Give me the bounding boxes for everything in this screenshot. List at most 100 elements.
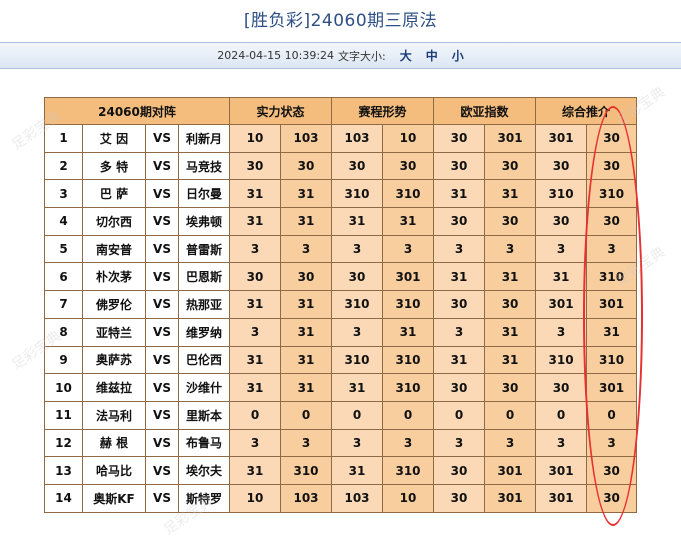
table-row: 3巴 萨 VS 日尔曼 31 31 310 310 31 31 310 310 xyxy=(44,179,638,209)
value-cell: 3 xyxy=(279,234,333,264)
value-cell: 0 xyxy=(535,400,588,430)
away-team: 巴伦西 xyxy=(178,345,230,375)
away-team: 普雷斯 xyxy=(178,234,230,264)
vs-label: VS xyxy=(145,345,179,375)
value-cell: 310 xyxy=(535,179,588,209)
value-cell: 0 xyxy=(229,400,281,430)
value-cell: 3 xyxy=(279,428,333,458)
home-team: 朴次茅 xyxy=(82,262,146,292)
vs-label: VS xyxy=(145,124,179,153)
value-cell: 30 xyxy=(535,151,588,181)
value-cell: 30 xyxy=(433,456,486,485)
value-cell: 3 xyxy=(331,317,384,347)
timestamp: 2024-04-15 10:39:24 xyxy=(217,49,335,62)
row-number: 11 xyxy=(44,400,83,430)
value-cell: 31 xyxy=(382,207,435,236)
value-cell: 103 xyxy=(331,483,384,513)
away-team: 巴恩斯 xyxy=(178,262,230,292)
vs-label: VS xyxy=(145,207,179,236)
value-cell: 30 xyxy=(433,151,486,181)
value-cell: 30 xyxy=(229,151,281,181)
value-cell: 310 xyxy=(586,345,638,375)
value-cell: 30 xyxy=(433,373,486,402)
away-team: 利新月 xyxy=(178,124,230,153)
font-size-small-link[interactable]: 小 xyxy=(452,47,464,64)
value-cell: 30 xyxy=(433,483,486,513)
away-team: 沙维什 xyxy=(178,373,230,402)
away-team: 斯特罗 xyxy=(178,483,230,513)
prediction-table-wrapper: 24060期对阵 实力状态 赛程形势 欧亚指数 综合推介 1艾 因 VS 利新月 10… xyxy=(44,97,638,513)
value-cell: 30 xyxy=(433,207,486,236)
value-cell: 30 xyxy=(279,262,333,292)
vs-label: VS xyxy=(145,400,179,430)
font-size-large-link[interactable]: 大 xyxy=(400,47,412,64)
row-number: 3 xyxy=(44,179,83,209)
away-team: 埃弗顿 xyxy=(178,207,230,236)
value-cell: 30 xyxy=(586,151,638,181)
value-cell: 3 xyxy=(535,428,588,458)
value-cell: 310 xyxy=(535,345,588,375)
value-cell: 30 xyxy=(433,290,486,319)
value-cell: 310 xyxy=(382,345,435,375)
value-cell: 3 xyxy=(433,317,486,347)
value-cell: 103 xyxy=(279,124,333,153)
value-cell: 301 xyxy=(535,124,588,153)
value-cell: 10 xyxy=(229,124,281,153)
table-header-row: 24060期对阵 实力状态 赛程形势 欧亚指数 综合推介 xyxy=(44,97,638,125)
table-body: 1艾 因 VS 利新月 10 103 103 10 30 301 301 30 2 多 特 VS 马竞技 30… xyxy=(44,124,638,513)
value-cell: 103 xyxy=(279,483,333,513)
row-number: 9 xyxy=(44,345,83,375)
value-cell: 31 xyxy=(229,290,281,319)
value-cell: 30 xyxy=(279,151,333,181)
away-team: 维罗纳 xyxy=(178,317,230,347)
header-schedule: 赛程形势 xyxy=(331,97,435,125)
font-size-medium-link[interactable]: 中 xyxy=(426,47,438,64)
value-cell: 10 xyxy=(382,124,435,153)
home-team: 切尔西 xyxy=(82,207,146,236)
value-cell: 31 xyxy=(433,179,486,209)
value-cell: 30 xyxy=(484,290,537,319)
row-number: 12 xyxy=(44,428,83,458)
value-cell: 31 xyxy=(279,317,333,347)
home-team: 奥萨苏 xyxy=(82,345,146,375)
home-team: 南安普 xyxy=(82,234,146,264)
vs-label: VS xyxy=(145,234,179,264)
value-cell: 3 xyxy=(586,428,638,458)
table-row: 4 切尔西 VS 埃弗顿 31 31 31 31 30 30 30 30 xyxy=(44,207,638,236)
row-number: 2 xyxy=(44,151,83,181)
value-cell: 3 xyxy=(484,428,537,458)
value-cell: 3 xyxy=(535,317,588,347)
value-cell: 30 xyxy=(433,124,486,153)
value-cell: 0 xyxy=(433,400,486,430)
row-number: 7 xyxy=(44,290,83,319)
value-cell: 3 xyxy=(433,234,486,264)
row-number: 1 xyxy=(44,124,83,153)
value-cell: 31 xyxy=(433,262,486,292)
header-strength: 实力状态 xyxy=(228,97,333,125)
value-cell: 30 xyxy=(331,151,384,181)
home-team: 奥斯KF xyxy=(82,483,146,513)
value-cell: 10 xyxy=(382,483,435,513)
home-team: 多 特 xyxy=(82,151,146,181)
value-cell: 310 xyxy=(382,290,435,319)
home-team: 巴 萨 xyxy=(82,179,146,209)
value-cell: 31 xyxy=(382,317,435,347)
table-row: 2多 特 VS 马竞技 30 30 30 30 30 30 30 30 xyxy=(44,151,638,181)
value-cell: 310 xyxy=(331,290,384,319)
font-size-label: 文字大小: xyxy=(338,49,386,63)
page-title: [胜负彩]24060期三原法 xyxy=(243,11,438,31)
value-cell: 30 xyxy=(535,373,588,402)
value-cell: 30 xyxy=(586,124,638,153)
header-recommend: 综合推介 xyxy=(535,97,638,125)
value-cell: 31 xyxy=(279,290,333,319)
prediction-table: 24060期对阵 实力状态 赛程形势 欧亚指数 综合推介 1艾 因 VS 利新月 10… xyxy=(44,97,638,513)
home-team: 哈马比 xyxy=(82,456,146,485)
value-cell: 3 xyxy=(382,428,435,458)
home-team: 亚特兰 xyxy=(82,317,146,347)
home-team: 法马利 xyxy=(82,400,146,430)
table-row: 8 亚特兰 VS 维罗纳 3 31 3 31 3 31 3 31 xyxy=(44,317,638,347)
home-team: 佛罗伦 xyxy=(82,290,146,319)
value-cell: 0 xyxy=(279,400,333,430)
value-cell: 31 xyxy=(484,345,537,375)
value-cell: 301 xyxy=(535,456,588,485)
